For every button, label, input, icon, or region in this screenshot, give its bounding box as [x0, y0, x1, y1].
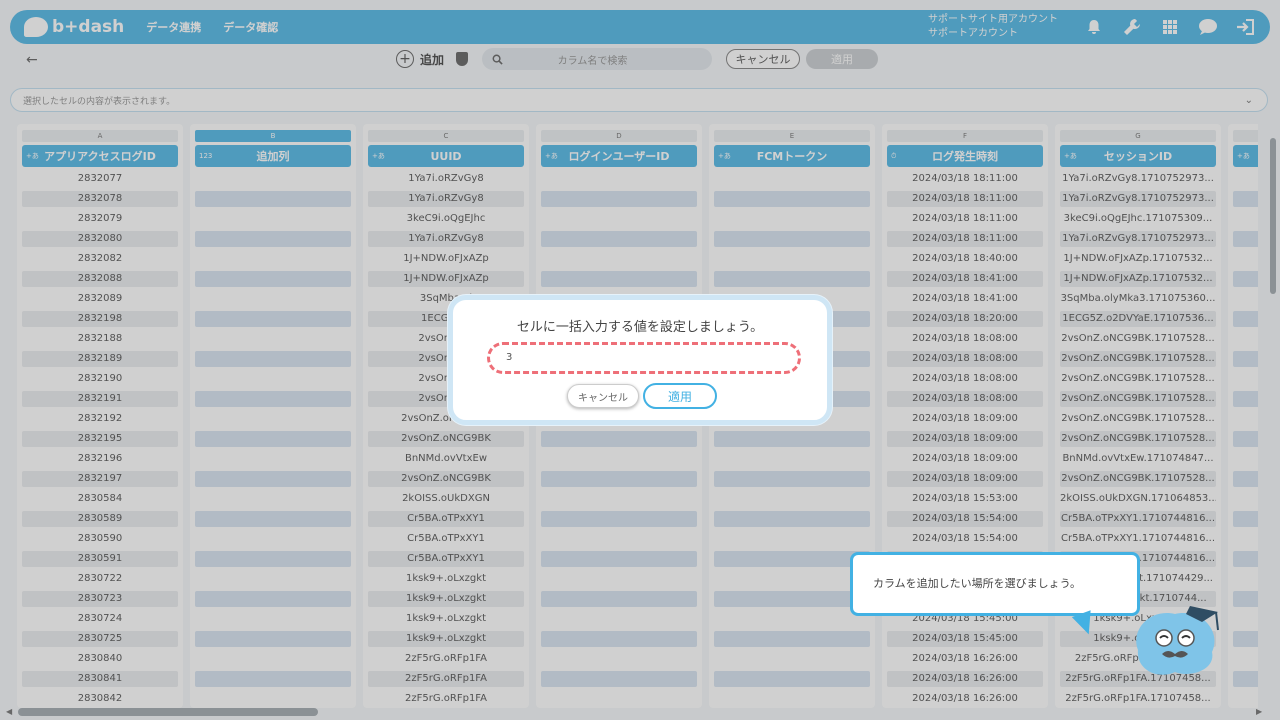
- guide-tooltip: カラムを追加したい場所を選びましょう。: [850, 552, 1140, 638]
- dialog-apply-button[interactable]: 適用: [643, 383, 717, 409]
- bulk-input-dialog: セルに一括入力する値を設定しましょう。 3 キャンセル 適用: [448, 295, 832, 425]
- dialog-title: セルに一括入力する値を設定しましょう。: [516, 320, 764, 335]
- tooltip-text: カラムを追加したい場所を選びましょう。: [873, 577, 1082, 590]
- dialog-cancel-button[interactable]: キャンセル: [567, 384, 639, 408]
- bulk-value-input[interactable]: 3: [487, 342, 801, 374]
- mascot-icon: [1136, 606, 1219, 675]
